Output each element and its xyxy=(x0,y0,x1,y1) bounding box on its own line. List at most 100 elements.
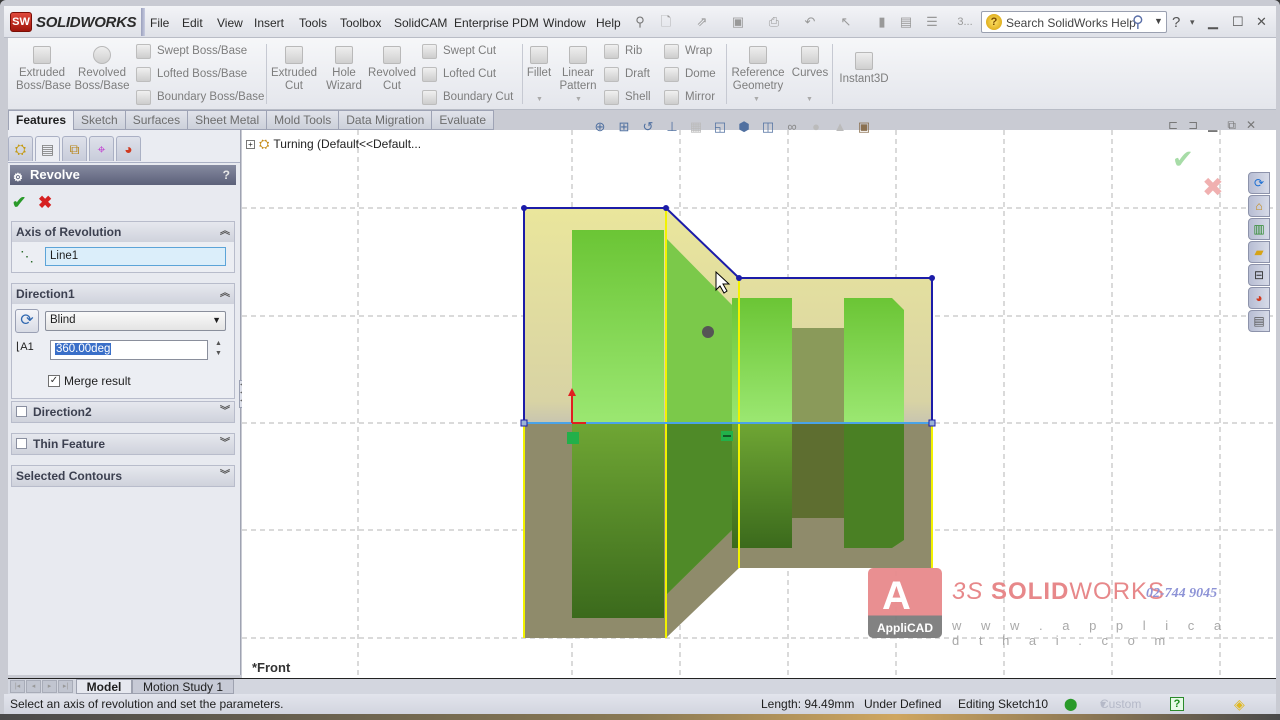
feature-tree-flyout[interactable]: + ⛭ Turning (Default<<Default... xyxy=(246,136,421,152)
tab-motion-study-1[interactable]: Motion Study 1 xyxy=(132,679,234,694)
design-library-tab[interactable]: ▥ xyxy=(1248,218,1270,240)
fillet-dropdown-icon[interactable]: ▼ xyxy=(536,96,543,103)
help-button[interactable]: ? xyxy=(223,165,230,185)
solidworks-logo[interactable]: SW SOLIDWORKS xyxy=(10,11,137,33)
collapse-icon[interactable]: ︽ xyxy=(220,222,230,242)
angle-input[interactable]: 360.00deg xyxy=(50,340,208,360)
view-orientation-icon[interactable]: ◱ xyxy=(712,119,728,135)
print-icon[interactable]: ⎙ xyxy=(766,14,782,30)
viewport-close-icon[interactable]: ✕ xyxy=(1246,118,1256,133)
dynamic-annotation-icon[interactable]: ▦ xyxy=(688,119,704,135)
close-icon[interactable]: ✕ xyxy=(1256,14,1267,30)
options-icon[interactable]: ☰ xyxy=(924,14,940,30)
confirm-cancel-icon[interactable]: ✖ xyxy=(1202,172,1224,203)
wrap-button[interactable]: Wrap xyxy=(664,43,712,59)
minimize-icon[interactable]: ▁ xyxy=(1208,14,1218,30)
extruded-cut-button[interactable]: Extruded Cut xyxy=(270,46,318,93)
apply-scene-icon[interactable]: ● xyxy=(808,119,824,135)
dimxpert-tab[interactable]: ⌖ xyxy=(89,136,114,161)
curves-dropdown-icon[interactable]: ▼ xyxy=(806,96,813,103)
viewport-minimize-icon[interactable]: ▁ xyxy=(1208,118,1217,133)
search-dropdown-icon[interactable]: ▼ xyxy=(1154,16,1163,26)
collapse-icon[interactable]: ︽ xyxy=(220,284,230,304)
tag-icon[interactable]: ◈ xyxy=(1234,694,1245,714)
pattern-dropdown-icon[interactable]: ▼ xyxy=(575,96,582,103)
split-vertical-icon[interactable]: ⊐ xyxy=(1188,118,1198,133)
tab-mold-tools[interactable]: Mold Tools xyxy=(267,110,340,130)
toolbar-overflow[interactable]: 3... xyxy=(954,14,976,30)
home-tab[interactable]: ⌂ xyxy=(1248,195,1270,217)
tab-sketch[interactable]: Sketch xyxy=(74,110,126,130)
reverse-direction-button[interactable]: ⟳ xyxy=(15,309,39,333)
last-tab-button[interactable]: ▸| xyxy=(58,680,73,693)
appearances-tab[interactable]: ◕ xyxy=(1248,287,1270,309)
direction2-header[interactable]: Direction2 ︾ xyxy=(12,402,234,422)
display-manager-tab[interactable]: ◕ xyxy=(116,136,141,161)
revolved-cut-button[interactable]: Revolved Cut xyxy=(368,46,416,93)
tab-sheet-metal[interactable]: Sheet Metal xyxy=(188,110,268,130)
end-condition-select[interactable]: Blind ▼ xyxy=(45,311,226,331)
menu-insert[interactable]: Insert xyxy=(254,16,284,30)
menu-edit[interactable]: Edit xyxy=(182,16,203,30)
expand-icon[interactable]: ︾ xyxy=(220,402,230,422)
save-icon[interactable]: ▣ xyxy=(730,14,746,30)
help-dropdown-icon[interactable]: ▾ xyxy=(1190,17,1195,28)
zoom-to-fit-icon[interactable]: ⊕ xyxy=(592,119,608,135)
split-horizontal-icon[interactable]: ⊏ xyxy=(1168,118,1178,133)
next-tab-button[interactable]: ▸ xyxy=(42,680,57,693)
tab-data-migration[interactable]: Data Migration xyxy=(339,110,433,130)
tab-model[interactable]: Model xyxy=(76,679,132,694)
boundary-boss-button[interactable]: Boundary Boss/Base xyxy=(136,89,264,105)
swept-boss-button[interactable]: Swept Boss/Base xyxy=(136,43,247,59)
maximize-icon[interactable]: ☐ xyxy=(1232,14,1244,30)
new-document-icon[interactable]: 🗋 xyxy=(658,14,674,30)
menu-toolbox[interactable]: Toolbox xyxy=(340,16,381,30)
view-palette-tab[interactable]: ⊟ xyxy=(1248,264,1270,286)
prev-tab-button[interactable]: ◂ xyxy=(26,680,41,693)
pin-icon[interactable]: ⚲ xyxy=(632,14,648,30)
view-settings-icon[interactable]: ▲ xyxy=(832,119,848,135)
select-icon[interactable]: ↖ xyxy=(838,14,854,30)
rendering-icon[interactable]: ▣ xyxy=(856,119,872,135)
configuration-manager-tab[interactable]: ⧉ xyxy=(62,136,87,161)
search-icon[interactable]: ⚲ xyxy=(1132,12,1144,32)
ok-button[interactable]: ✔ xyxy=(12,193,26,213)
menu-solidcam[interactable]: SolidCAM xyxy=(394,16,447,30)
quick-tips-icon[interactable]: ? xyxy=(1170,697,1184,711)
direction2-checkbox[interactable] xyxy=(16,406,27,417)
expand-tree-icon[interactable]: + xyxy=(246,139,255,149)
draft-button[interactable]: Draft xyxy=(604,66,650,82)
graphics-area[interactable]: + ⛭ Turning (Default<<Default... ⊕ ⊞ ↺ ⊥… xyxy=(242,118,1276,678)
revolved-boss-button[interactable]: Revolved Boss/Base xyxy=(74,46,130,93)
hole-wizard-button[interactable]: Hole Wizard xyxy=(324,46,364,93)
search-help-input[interactable]: ? Search SolidWorks Help ⚲ ▼ xyxy=(981,11,1167,33)
viewport-restore-icon[interactable]: ⧉ xyxy=(1227,118,1236,133)
menu-enterprise-pdm[interactable]: Enterprise PDM xyxy=(454,16,539,30)
reference-geometry-dropdown-icon[interactable]: ▼ xyxy=(753,96,760,103)
cancel-button[interactable]: ✖ xyxy=(38,193,52,213)
edit-appearance-icon[interactable]: ∞ xyxy=(784,119,800,135)
axis-of-revolution-header[interactable]: Axis of Revolution ︽ xyxy=(12,222,234,242)
menu-view[interactable]: View xyxy=(217,16,243,30)
direction1-header[interactable]: Direction1 ︽ xyxy=(12,284,234,304)
boundary-cut-button[interactable]: Boundary Cut xyxy=(422,89,513,105)
rib-button[interactable]: Rib xyxy=(604,43,642,59)
angle-spinner[interactable]: ▲ ▼ xyxy=(215,339,222,359)
instant3d-button[interactable]: Instant3D xyxy=(836,52,892,86)
menu-help[interactable]: Help xyxy=(596,16,621,30)
extruded-boss-button[interactable]: Extruded Boss/Base xyxy=(16,46,71,93)
display-style-icon[interactable]: ⬢ xyxy=(736,119,752,135)
menu-window[interactable]: Window xyxy=(543,16,586,30)
lofted-boss-button[interactable]: Lofted Boss/Base xyxy=(136,66,247,82)
solidworks-resources-tab[interactable]: ⟳ xyxy=(1248,172,1270,194)
expand-icon[interactable]: ︾ xyxy=(220,434,230,454)
open-icon[interactable]: ⇗ xyxy=(694,14,710,30)
undo-icon[interactable]: ↶ xyxy=(802,14,818,30)
axis-selection-field[interactable]: Line1 xyxy=(45,247,226,266)
shell-button[interactable]: Shell xyxy=(604,89,651,105)
section-view-icon[interactable]: ⊥ xyxy=(664,119,680,135)
merge-result-checkbox[interactable]: ✓ Merge result xyxy=(48,374,131,388)
custom-properties-tab[interactable]: ▤ xyxy=(1248,310,1270,332)
lofted-cut-button[interactable]: Lofted Cut xyxy=(422,66,496,82)
thin-feature-checkbox[interactable] xyxy=(16,438,27,449)
